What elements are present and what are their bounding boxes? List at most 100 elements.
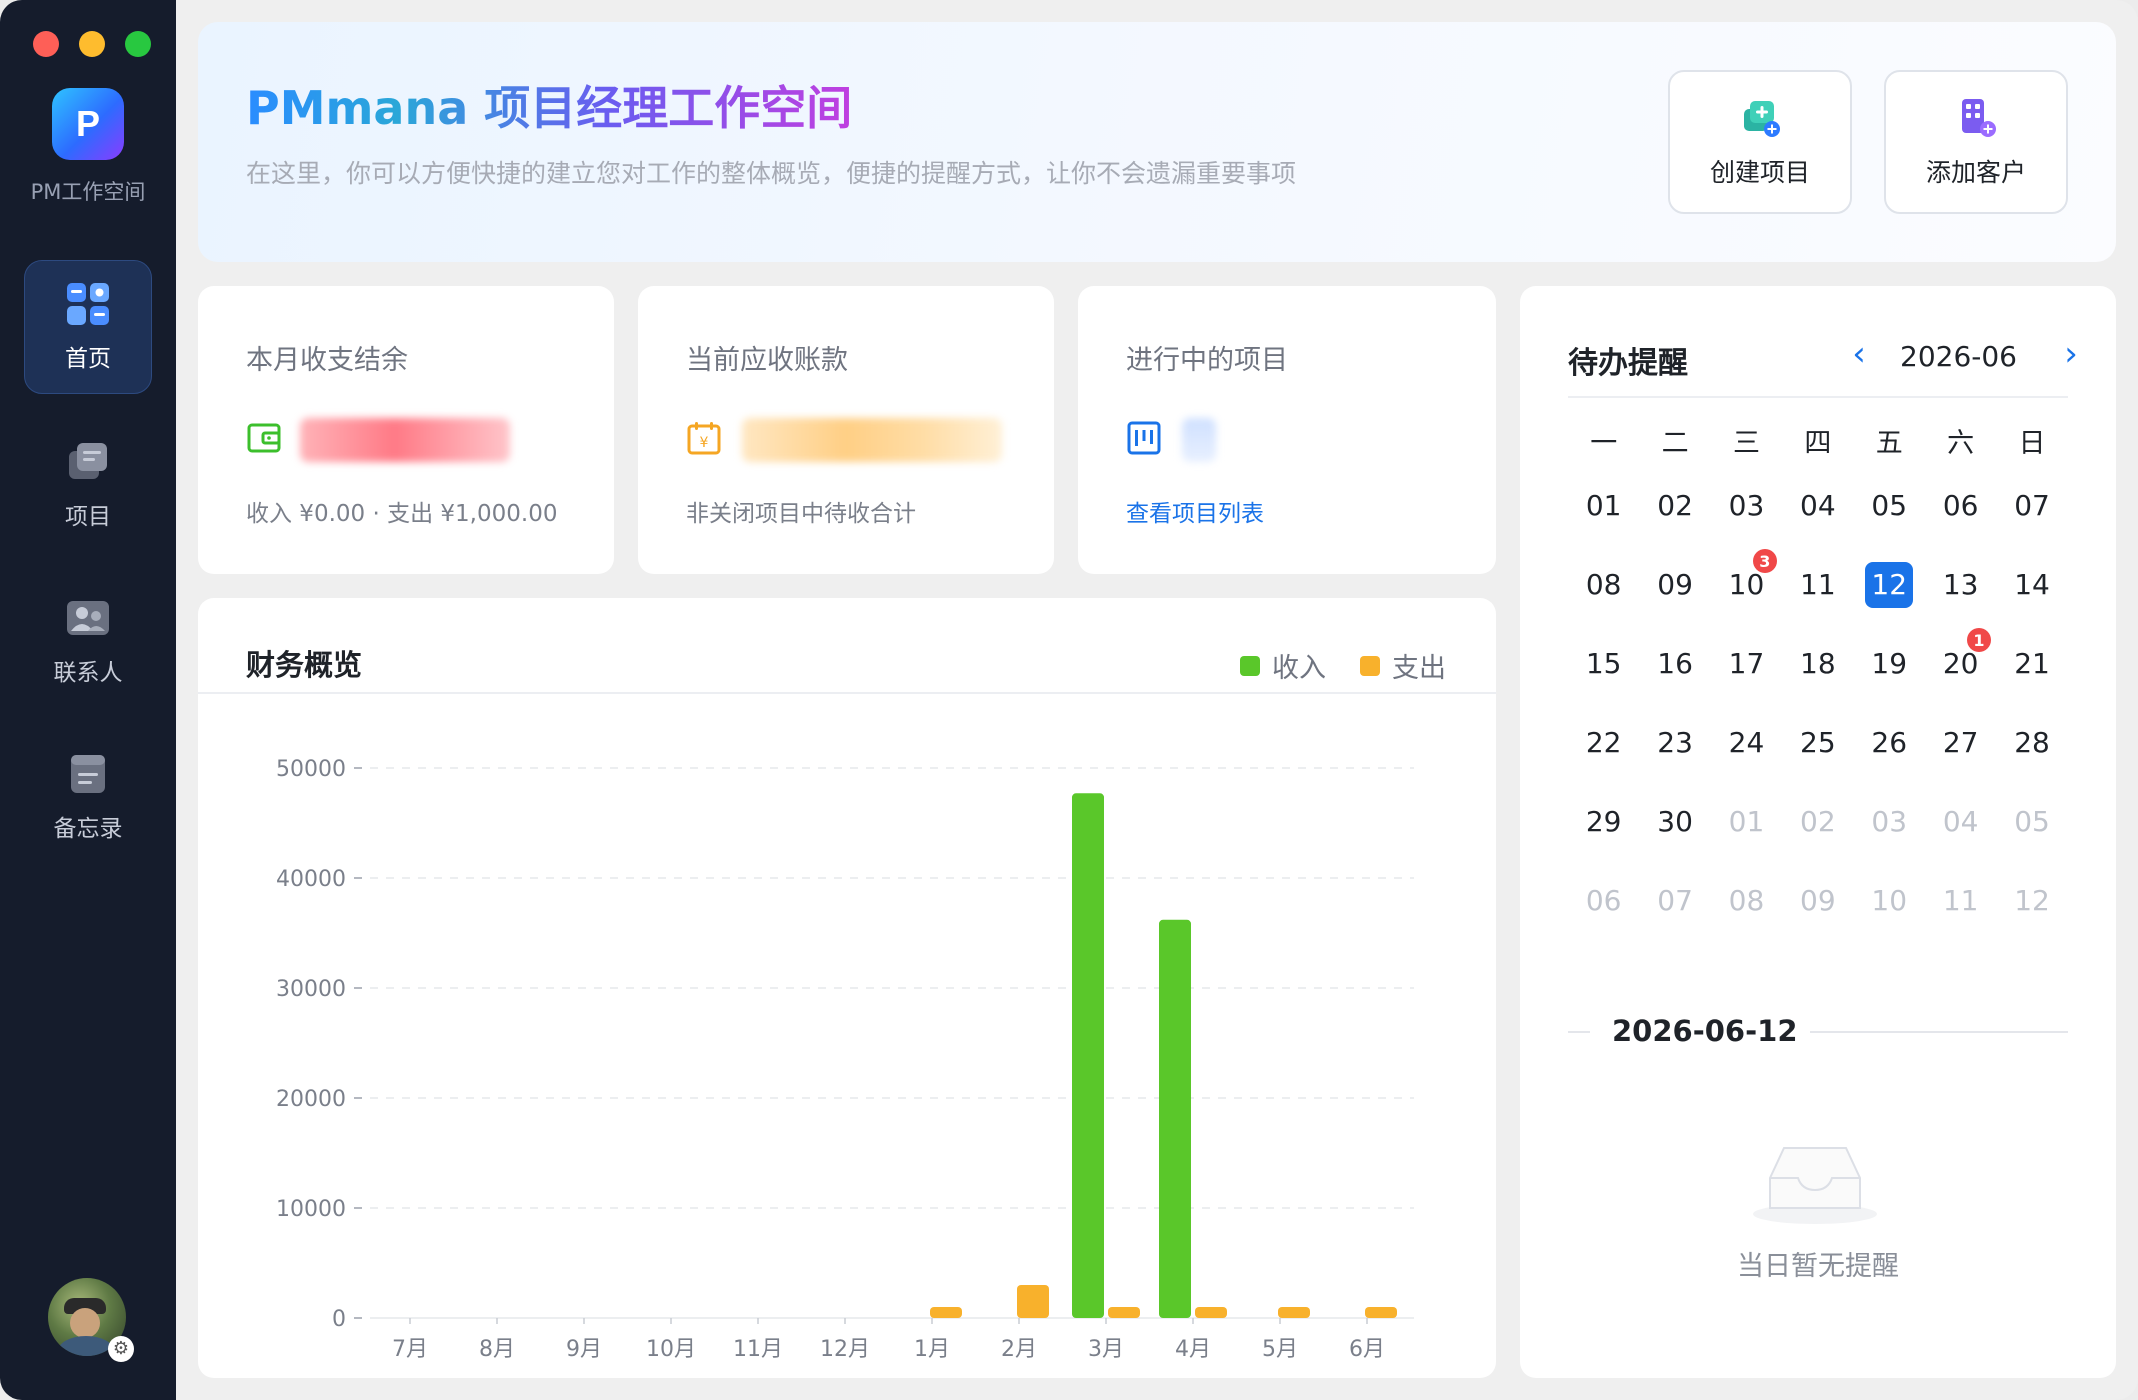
calendar-day[interactable]: 28 xyxy=(1996,703,2067,782)
calendar-day[interactable]: 24 xyxy=(1711,703,1782,782)
calendar-day[interactable]: 06 xyxy=(1925,466,1996,545)
calendar-day-number: 03 xyxy=(1871,805,1908,838)
next-month-chevron-right-icon[interactable]: › xyxy=(2054,334,2088,374)
calendar-day[interactable]: 04 xyxy=(1782,466,1853,545)
svg-text:¥: ¥ xyxy=(700,435,709,451)
calendar-day[interactable]: 29 xyxy=(1568,782,1639,861)
calendar-week-row: 15 16 17 18 19 20 1 21 xyxy=(1568,624,2068,703)
calendar-day[interactable]: 06 xyxy=(1568,861,1639,940)
calendar-day[interactable]: 04 xyxy=(1925,782,1996,861)
x-tick-label: 4月 xyxy=(1175,1337,1211,1362)
calendar-day-number: 24 xyxy=(1728,726,1765,759)
calendar-day-number: 25 xyxy=(1800,726,1836,759)
calendar-day[interactable]: 07 xyxy=(1996,466,2067,545)
calendar-day[interactable]: 08 xyxy=(1711,861,1782,940)
calendar-day[interactable]: 22 xyxy=(1568,703,1639,782)
calendar-day-number: 07 xyxy=(1657,884,1693,917)
legend-expense[interactable]: 支出 xyxy=(1360,646,1446,685)
calendar-day[interactable]: 14 xyxy=(1996,545,2067,624)
calendar-day-number: 13 xyxy=(1942,568,1979,601)
sidebar: P PM工作空间 首页 项目 联系人 备忘录 ⚙ xyxy=(0,0,176,1400)
calendar-grid: 一二三四五六日 01 02 03 04 05 06 07 08 09 10 3 11 12 13 14 15 16… xyxy=(1568,414,2068,940)
calendar-day-number: 22 xyxy=(1585,726,1622,759)
add-client-button[interactable]: 添加客户 xyxy=(1884,70,2068,214)
calendar-day[interactable]: 05 xyxy=(1854,466,1925,545)
calendar-title: 待办提醒 xyxy=(1568,346,1688,381)
active-projects-title: 进行中的项目 xyxy=(1126,345,1288,376)
calendar-day[interactable]: 19 xyxy=(1854,624,1925,703)
prev-month-chevron-left-icon[interactable]: ‹ xyxy=(1842,334,1876,374)
sidebar-item-projects[interactable]: 项目 xyxy=(24,418,152,552)
sidebar-item-home[interactable]: 首页 xyxy=(24,260,152,394)
weekday-label: 一 xyxy=(1590,427,1618,459)
calendar-day[interactable]: 11 xyxy=(1782,545,1853,624)
calendar-day[interactable]: 10 xyxy=(1854,861,1925,940)
calendar-day[interactable]: 16 xyxy=(1639,624,1710,703)
balance-footer: 收入 ¥0.00 · 支出 ¥1,000.00 xyxy=(246,501,558,527)
calendar-day[interactable]: 02 xyxy=(1782,782,1853,861)
legend-income[interactable]: 收入 xyxy=(1240,646,1326,685)
kanban-icon xyxy=(1127,421,1161,455)
expense-bar xyxy=(1195,1307,1227,1318)
calendar-divider xyxy=(1568,396,2068,398)
calendar-day[interactable]: 01 xyxy=(1711,782,1782,861)
calendar-day-number: 14 xyxy=(2014,568,2050,601)
calendar-day-number: 21 xyxy=(2014,647,2050,680)
calendar-day-number: 29 xyxy=(1585,805,1622,838)
calendar-day[interactable]: 21 xyxy=(1996,624,2067,703)
calendar-day[interactable]: 05 xyxy=(1996,782,2067,861)
calendar-day[interactable]: 02 xyxy=(1639,466,1710,545)
minimize-window-button[interactable] xyxy=(79,31,105,57)
calendar-day-number: 27 xyxy=(1942,726,1979,759)
calendar-day[interactable]: 27 xyxy=(1925,703,1996,782)
calendar-day-selected[interactable]: 12 xyxy=(1854,545,1925,624)
calendar-day[interactable]: 09 xyxy=(1782,861,1853,940)
calendar-day[interactable]: 13 xyxy=(1925,545,1996,624)
calendar-day[interactable]: 18 xyxy=(1782,624,1853,703)
expense-bar xyxy=(930,1307,962,1318)
sidebar-item-memo[interactable]: 备忘录 xyxy=(24,730,152,864)
dashboard-icon xyxy=(67,283,109,325)
sidebar-item-contacts[interactable]: 联系人 xyxy=(24,574,152,708)
x-tick-label: 9月 xyxy=(566,1337,602,1362)
x-tick-label: 7月 xyxy=(392,1337,428,1362)
zoom-window-button[interactable] xyxy=(125,31,151,57)
calendar-day[interactable]: 03 xyxy=(1711,466,1782,545)
calendar-day[interactable]: 10 3 xyxy=(1711,545,1782,624)
calendar-week-row: 08 09 10 3 11 12 13 14 xyxy=(1568,545,2068,624)
calendar-day[interactable]: 08 xyxy=(1568,545,1639,624)
create-project-button[interactable]: 创建项目 xyxy=(1668,70,1852,214)
calendar-week-row: 01 02 03 04 05 06 07 xyxy=(1568,466,2068,545)
todo-reminder-panel: 待办提醒 ‹ 2026-06 › 一 二 三 四 五 六 日 01 02 03 04 05 06 07 08… xyxy=(1520,286,2116,1378)
calendar-day[interactable]: 25 xyxy=(1782,703,1853,782)
calendar-day[interactable]: 01 xyxy=(1568,466,1639,545)
calendar-day[interactable]: 23 xyxy=(1639,703,1710,782)
calendar-week-row: 29 30 01 02 03 04 05 xyxy=(1568,782,2068,861)
calendar-day-number: 17 xyxy=(1728,647,1765,680)
calendar-day[interactable]: 20 1 xyxy=(1925,624,1996,703)
calendar-day[interactable]: 12 xyxy=(1996,861,2067,940)
settings-gear-icon[interactable]: ⚙ xyxy=(108,1336,134,1362)
calendar-day-number: 11 xyxy=(1800,568,1836,601)
weekday-label: 日 xyxy=(2018,427,2046,459)
legend-expense-swatch xyxy=(1360,655,1380,676)
calendar-day[interactable]: 17 xyxy=(1711,624,1782,703)
expense-bar xyxy=(1108,1307,1140,1318)
reminder-count-badge: 3 xyxy=(1752,549,1777,573)
calendar-day-number: 09 xyxy=(1657,568,1693,601)
calendar-day[interactable]: 26 xyxy=(1854,703,1925,782)
calendar-day[interactable]: 11 xyxy=(1925,861,1996,940)
active-projects-card: 进行中的项目 查看项目列表 xyxy=(1078,286,1496,574)
close-window-button[interactable] xyxy=(33,31,59,57)
x-tick-label: 10月 xyxy=(646,1337,696,1362)
app-logo-letter: P xyxy=(75,103,100,144)
calendar-day[interactable]: 03 xyxy=(1854,782,1925,861)
calendar-day-number: 10 xyxy=(1871,884,1908,917)
calendar-day[interactable]: 30 xyxy=(1639,782,1710,861)
view-project-list-link[interactable]: 查看项目列表 xyxy=(1126,494,1264,528)
calendar-day[interactable]: 07 xyxy=(1639,861,1710,940)
calendar-day[interactable]: 09 xyxy=(1639,545,1710,624)
weekday-label: 二 xyxy=(1661,427,1689,459)
calendar-day[interactable]: 15 xyxy=(1568,624,1639,703)
sidebar-item-label: 备忘录 xyxy=(53,816,123,842)
